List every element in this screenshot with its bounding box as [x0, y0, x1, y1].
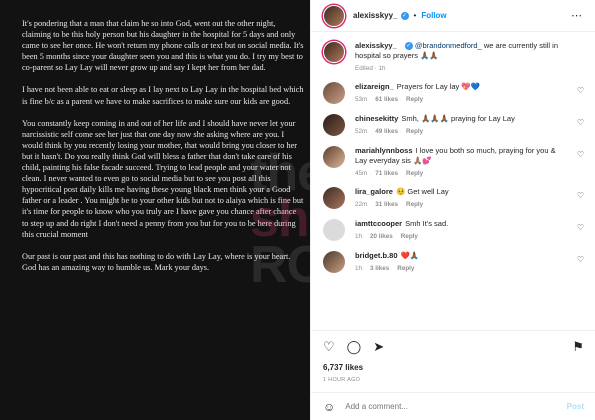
save-bookmark-icon[interactable]: ⚑ [572, 339, 584, 355]
commenter-avatar[interactable] [323, 114, 345, 136]
post-actions: ♡ ◯ ➤ ⚑ 6,737 likes 1 HOUR AGO [311, 330, 595, 383]
like-comment-heart-icon[interactable]: ♡ [577, 118, 584, 127]
follow-button[interactable]: Follow [421, 11, 446, 20]
comment-time: 1h [355, 265, 363, 272]
like-comment-heart-icon[interactable]: ♡ [577, 255, 584, 264]
comment-input[interactable] [345, 402, 567, 411]
caption: alexisskyy_ ✓ @brandonmedford_ we are cu… [323, 41, 584, 72]
commenter-username[interactable]: lira_galore [355, 187, 393, 196]
comment-time: 45m [355, 170, 368, 177]
comment-likes[interactable]: 49 likes [375, 128, 398, 135]
post-header: alexisskyy_ ✓ • Follow ⋯ [311, 0, 595, 32]
comment-likes[interactable]: 3 likes [370, 265, 389, 272]
commenter-avatar[interactable] [323, 82, 345, 104]
share-paper-plane-icon[interactable]: ➤ [373, 339, 384, 355]
commenter-username[interactable]: chinesekitty [355, 114, 398, 123]
comment-likes[interactable]: 61 likes [375, 96, 398, 103]
commenter-username[interactable]: bridget.b.80 [355, 251, 398, 260]
comment-text: 🥺 Get well Lay [395, 187, 449, 196]
post-button[interactable]: Post [567, 402, 584, 411]
commenter-avatar[interactable] [323, 187, 345, 209]
caption-mention[interactable]: @brandonmedford_ [415, 41, 482, 50]
comments-list[interactable]: alexisskyy_ ✓ @brandonmedford_ we are cu… [311, 33, 595, 328]
comment-item: elizareign_ Prayers for Lay lay 💖💙 53m 61 … [323, 82, 584, 104]
comment-time: 22m [355, 201, 368, 208]
caption-username[interactable]: alexisskyy_ [355, 41, 397, 50]
commenter-username[interactable]: elizareign_ [355, 82, 394, 91]
verified-badge-icon: ✓ [404, 42, 413, 51]
reply-button[interactable]: Reply [406, 96, 423, 103]
commenter-avatar[interactable] [323, 219, 345, 241]
author-avatar[interactable] [323, 4, 345, 27]
reply-button[interactable]: Reply [401, 233, 418, 240]
comment-likes[interactable]: 71 likes [375, 170, 398, 177]
commenter-avatar[interactable] [323, 251, 345, 273]
caption-avatar[interactable] [323, 41, 345, 63]
comment-time: 52m [355, 128, 368, 135]
post-paragraph: It's pondering that a man that claim he … [22, 19, 304, 73]
more-options-icon[interactable]: ⋯ [571, 9, 583, 22]
comment-item: bridget.b.80 ❤️🙏🏾 1h 3 likes Reply ♡ [323, 251, 584, 273]
emoji-icon[interactable]: ☺ [323, 400, 335, 414]
comment-item: chinesekitty Smh, 🙏🏾🙏🏾🙏🏾 praying for Lay … [323, 114, 584, 136]
comment-likes[interactable]: 31 likes [375, 201, 398, 208]
post-paragraph: I have not been able to eat or sleep as … [22, 85, 304, 106]
comment-item: mariahlynnboss I love you both so much, p… [323, 146, 584, 177]
comment-time: 1h [355, 233, 363, 240]
reply-button[interactable]: Reply [406, 170, 423, 177]
like-comment-heart-icon[interactable]: ♡ [577, 150, 584, 159]
author-username[interactable]: alexisskyy_ [353, 11, 398, 20]
like-heart-icon[interactable]: ♡ [323, 339, 335, 355]
reply-button[interactable]: Reply [397, 265, 414, 272]
post-sidebar: alexisskyy_ ✓ • Follow ⋯ alexisskyy_ ✓ @… [310, 0, 595, 420]
like-comment-heart-icon[interactable]: ♡ [577, 86, 584, 95]
watermark-line: ROOM [250, 236, 310, 294]
like-comment-heart-icon[interactable]: ♡ [577, 191, 584, 200]
watermark-logo: the shade ROOM [250, 147, 310, 294]
caption-meta: Edited · 1h [355, 65, 386, 72]
comment-item: iamttccooper Smh It's sad. 1h 20 likes Repl… [323, 219, 584, 241]
comment-text: Smh It's sad. [405, 219, 449, 228]
post-timestamp: 1 HOUR AGO [323, 377, 361, 383]
verified-badge-icon: ✓ [400, 11, 409, 20]
comment-likes[interactable]: 20 likes [370, 233, 393, 240]
separator-dot: • [413, 11, 417, 20]
comment-item: lira_galore 🥺 Get well Lay 22m 31 likes Rep… [323, 187, 584, 209]
reply-button[interactable]: Reply [406, 201, 423, 208]
reply-button[interactable]: Reply [406, 128, 423, 135]
like-comment-heart-icon[interactable]: ♡ [577, 223, 584, 232]
comment-text: Smh, 🙏🏾🙏🏾🙏🏾 praying for Lay Lay [401, 114, 515, 123]
post-image: It's pondering that a man that claim he … [0, 0, 310, 420]
commenter-username[interactable]: iamttccooper [355, 219, 402, 228]
add-comment-bar: ☺ Post [311, 392, 595, 420]
commenter-username[interactable]: mariahlynnboss [355, 146, 413, 155]
comment-text: Prayers for Lay lay 💖💙 [396, 82, 481, 91]
comment-text: ❤️🙏🏾 [400, 251, 420, 260]
comment-time: 53m [355, 96, 368, 103]
comment-bubble-icon[interactable]: ◯ [347, 339, 362, 355]
commenter-avatar[interactable] [323, 146, 345, 168]
likes-count[interactable]: 6,737 likes [323, 363, 584, 372]
